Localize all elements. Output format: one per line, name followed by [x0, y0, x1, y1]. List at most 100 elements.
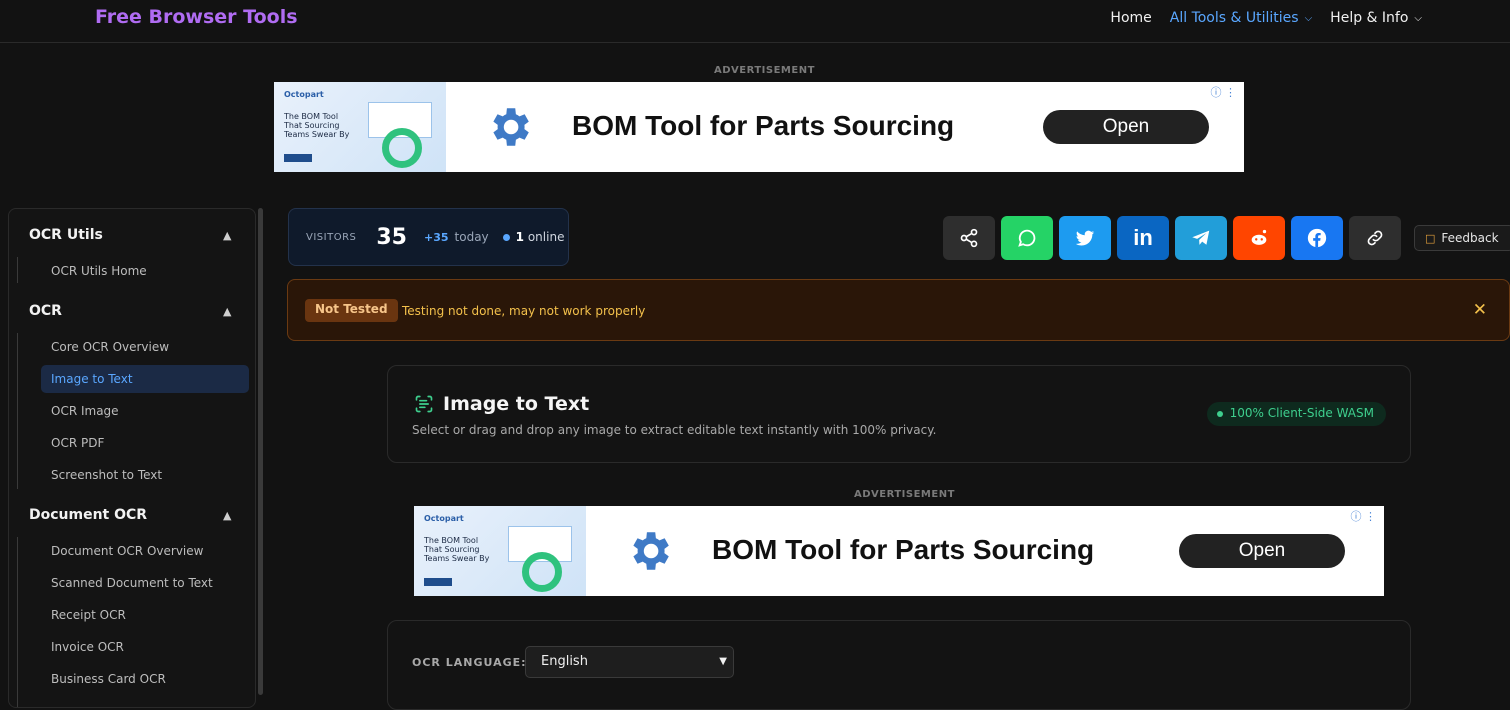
ad-label: ADVERTISEMENT	[854, 489, 955, 500]
feedback-button[interactable]: □ Feedback	[1414, 225, 1510, 251]
brand-logo[interactable]: Free Browser Tools	[95, 6, 298, 28]
copy-link-button[interactable]	[1349, 216, 1401, 260]
ad-thumbnail: Octopart The BOM Tool That Sourcing Team…	[414, 506, 586, 596]
sidebar-tree-line	[17, 333, 18, 489]
twitter-share-button[interactable]	[1059, 216, 1111, 260]
sidebar: OCR Utils ▲ OCR Utils Home OCR ▲ Core OC…	[8, 208, 256, 708]
visitors-today: +35 today	[424, 230, 489, 244]
ocr-language-value: English	[541, 654, 588, 669]
nav-home-label: Home	[1110, 10, 1152, 26]
sidebar-item-document-ocr-overview[interactable]: Document OCR Overview	[51, 544, 203, 558]
scan-text-icon	[415, 395, 433, 413]
chevron-down-icon: ⌵	[1414, 12, 1422, 24]
ad-info-icon[interactable]: ⓘ ⋮	[1351, 508, 1377, 524]
gear-icon	[633, 532, 669, 570]
sidebar-item-receipt-ocr[interactable]: Receipt OCR	[51, 608, 126, 622]
close-icon[interactable]: ✕	[1473, 300, 1487, 320]
ad-label: ADVERTISEMENT	[714, 65, 815, 76]
chevron-up-icon[interactable]: ▲	[223, 229, 231, 242]
chevron-down-icon: ▼	[719, 656, 727, 667]
ad-thumb-ring	[522, 552, 562, 592]
ad-thumb-button	[284, 154, 312, 162]
sidebar-item-screenshot-to-text[interactable]: Screenshot to Text	[51, 468, 162, 482]
linkedin-share-button[interactable]: in	[1117, 216, 1169, 260]
visitors-count: 35	[376, 224, 407, 250]
visitors-today-delta: +35	[424, 231, 449, 244]
sidebar-item-ocr-image[interactable]: OCR Image	[51, 404, 119, 418]
client-side-badge: 100% Client-Side WASM	[1206, 402, 1386, 426]
sidebar-group-ocr[interactable]: OCR	[29, 303, 62, 319]
nav-all-tools[interactable]: All Tools & Utilities ⌵	[1170, 10, 1312, 26]
sidebar-item-invoice-ocr[interactable]: Invoice OCR	[51, 640, 124, 654]
chevron-down-icon: ⌵	[1304, 12, 1313, 24]
reddit-share-button[interactable]	[1233, 216, 1285, 260]
telegram-icon	[1192, 230, 1210, 245]
reddit-icon	[1251, 229, 1267, 245]
nav-help[interactable]: Help & Info ⌵	[1330, 10, 1422, 26]
sidebar-scrollbar[interactable]	[258, 208, 263, 695]
sidebar-tree-line	[17, 537, 18, 707]
share-icon	[960, 228, 978, 248]
sidebar-item-ocr-utils-home[interactable]: OCR Utils Home	[51, 264, 147, 278]
linkedin-icon: in	[1133, 225, 1153, 250]
ad-headline: BOM Tool for Parts Sourcing	[712, 534, 1095, 565]
online-dot-icon	[502, 233, 510, 241]
ad-brand: Octopart	[424, 514, 464, 523]
sidebar-item-business-card-ocr[interactable]: Business Card OCR	[51, 672, 166, 686]
visitors-online: 1 online	[516, 230, 565, 244]
sidebar-item-core-ocr-overview[interactable]: Core OCR Overview	[51, 340, 169, 354]
feedback-label: Feedback	[1441, 231, 1499, 245]
twitter-icon	[1075, 230, 1095, 246]
facebook-icon	[1307, 228, 1327, 248]
status-dot-icon	[1216, 411, 1223, 417]
link-icon	[1367, 230, 1383, 246]
ocr-language-label: OCR LANGUAGE:	[412, 656, 527, 669]
sidebar-item-ocr-pdf[interactable]: OCR PDF	[51, 436, 104, 450]
visitors-label: VISITORS	[306, 231, 357, 243]
gear-icon	[493, 108, 529, 146]
ad-thumb-text: The BOM Tool That Sourcing Teams Swear B…	[424, 536, 490, 563]
not-tested-badge: Not Tested	[305, 299, 398, 322]
nav-help-label: Help & Info	[1330, 10, 1409, 26]
ad-thumb-ring	[382, 128, 422, 168]
ad-open-button[interactable]: Open	[1179, 534, 1345, 568]
ad-open-button[interactable]: Open	[1043, 110, 1209, 144]
sidebar-tree-line	[17, 257, 18, 283]
tool-description: Select or drag and drop any image to ext…	[412, 423, 937, 437]
sidebar-group-ocr-utils[interactable]: OCR Utils	[29, 227, 103, 243]
ad-thumbnail: Octopart The BOM Tool That Sourcing Team…	[274, 82, 446, 172]
ad-brand: Octopart	[284, 90, 324, 99]
top-navbar: Free Browser Tools Home All Tools & Util…	[0, 0, 1510, 43]
share-button[interactable]	[943, 216, 995, 260]
visitors-online-label: online	[527, 230, 565, 244]
ocr-options-card: OCR LANGUAGE: English ▼	[387, 620, 1411, 710]
facebook-share-button[interactable]	[1291, 216, 1343, 260]
tool-header-card: Image to Text Select or drag and drop an…	[387, 365, 1411, 463]
mid-ad-banner[interactable]: Octopart The BOM Tool That Sourcing Team…	[414, 506, 1384, 596]
nav-home[interactable]: Home	[1110, 10, 1151, 26]
chevron-up-icon[interactable]: ▲	[223, 509, 231, 522]
chevron-up-icon[interactable]: ▲	[223, 305, 231, 318]
top-ad-banner[interactable]: Octopart The BOM Tool That Sourcing Team…	[274, 82, 1244, 172]
visitors-today-label: today	[454, 230, 489, 244]
ad-info-icon[interactable]: ⓘ ⋮	[1211, 84, 1237, 100]
visitors-online-count: 1	[515, 230, 525, 244]
sidebar-item-scanned-document[interactable]: Scanned Document to Text	[51, 576, 213, 590]
tool-title: Image to Text	[443, 393, 590, 415]
message-icon: □	[1425, 231, 1436, 245]
visitor-counter: VISITORS 35 +35 today 1 online	[288, 208, 569, 266]
sidebar-group-document-ocr[interactable]: Document OCR	[29, 507, 147, 523]
warning-banner: Not Tested Testing not done, may not wor…	[287, 279, 1510, 341]
whatsapp-share-button[interactable]	[1001, 216, 1053, 260]
ad-thumb-text: The BOM Tool That Sourcing Teams Swear B…	[284, 112, 350, 139]
client-side-badge-label: 100% Client-Side WASM	[1229, 406, 1374, 420]
ad-thumb-button	[424, 578, 452, 586]
ocr-language-select[interactable]: English ▼	[525, 646, 734, 678]
telegram-share-button[interactable]	[1175, 216, 1227, 260]
warning-message: Testing not done, may not work properly	[402, 304, 646, 318]
whatsapp-icon	[1018, 229, 1036, 247]
main-nav: Home All Tools & Utilities ⌵ Help & Info ⌵	[1110, 10, 1422, 26]
nav-all-tools-label: All Tools & Utilities	[1169, 10, 1299, 26]
sidebar-item-image-to-text[interactable]: Image to Text	[41, 365, 249, 393]
ad-headline: BOM Tool for Parts Sourcing	[572, 110, 955, 141]
